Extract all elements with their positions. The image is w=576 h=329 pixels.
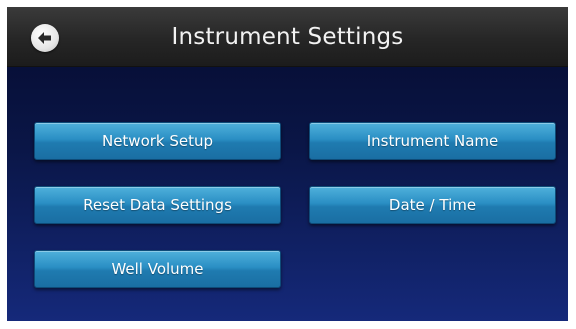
back-arrow-icon <box>38 32 51 44</box>
page-title: Instrument Settings <box>171 24 404 50</box>
date-time-button[interactable]: Date / Time <box>309 186 556 224</box>
reset-data-settings-button[interactable]: Reset Data Settings <box>34 186 281 224</box>
network-setup-button[interactable]: Network Setup <box>34 122 281 160</box>
header-bar: Instrument Settings <box>7 7 568 67</box>
back-button[interactable] <box>31 24 59 52</box>
instrument-name-button[interactable]: Instrument Name <box>309 122 556 160</box>
well-volume-button[interactable]: Well Volume <box>34 250 281 288</box>
instrument-settings-screen: Instrument Settings Network Setup Instru… <box>7 7 568 321</box>
